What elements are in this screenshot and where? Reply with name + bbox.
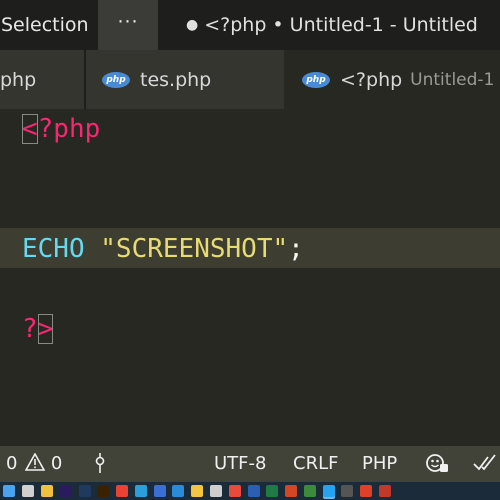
vscode-icon[interactable] — [322, 485, 335, 497]
git-branch-icon — [95, 453, 105, 473]
menu-selection[interactable]: Selection — [0, 0, 89, 50]
photoshop-icon[interactable] — [78, 485, 91, 497]
close-tag-bracket: > — [37, 314, 54, 344]
php-open-tag: ?php — [37, 114, 101, 144]
code-line-1[interactable]: <?php — [22, 109, 100, 149]
status-bar: 0 0 UTF-8 CRLF PHP — [0, 446, 500, 482]
open-tag-bracket: < — [22, 114, 38, 144]
tab-php[interactable]: php — [0, 50, 85, 109]
tab-tes-php[interactable]: php tes.php — [86, 50, 284, 109]
browser-icon[interactable] — [228, 485, 241, 497]
file-explorer-icon[interactable] — [40, 485, 53, 497]
tab-label: tes.php — [140, 68, 212, 91]
tab-untitled-1[interactable]: php <?php Untitled-1 — [284, 50, 500, 109]
app-x-icon[interactable] — [341, 485, 354, 497]
excel-icon[interactable] — [266, 485, 279, 497]
code-line-3[interactable]: ECHO "SCREENSHOT"; — [22, 229, 304, 269]
tab-description: Untitled-1 — [410, 69, 495, 90]
unsaved-dot-icon: ● — [186, 17, 199, 33]
errors-count: 0 — [6, 453, 18, 474]
encoding-selector[interactable]: UTF-8 — [214, 446, 266, 482]
language-mode-selector[interactable]: PHP — [362, 446, 397, 482]
word-icon[interactable] — [247, 485, 260, 497]
php-file-icon: php — [102, 71, 130, 88]
illustrator-icon[interactable] — [97, 485, 110, 497]
tab-label: php — [0, 68, 37, 91]
settings-icon[interactable] — [153, 485, 166, 497]
app-circle-icon[interactable] — [209, 485, 222, 497]
chrome-icon[interactable] — [116, 485, 129, 497]
double-check-icon — [473, 454, 496, 471]
search-icon[interactable] — [22, 485, 35, 497]
php-file-icon: php — [302, 71, 330, 88]
camera-icon[interactable] — [191, 485, 204, 497]
more-menu-button[interactable]: ··· — [98, 0, 158, 50]
semicolon: ; — [288, 234, 304, 264]
warning-icon — [24, 452, 46, 471]
window-title: ● <?php • Untitled-1 - Untitled — [186, 0, 478, 50]
app-l-icon[interactable] — [172, 485, 185, 497]
edge-icon[interactable] — [134, 485, 147, 497]
powerpoint-icon[interactable] — [285, 485, 298, 497]
premiere-icon[interactable] — [59, 485, 72, 497]
editor-tab-bar: php php tes.php php <?php Untitled-1 — [0, 50, 500, 109]
code-editor[interactable]: <?php ECHO "SCREENSHOT"; ?> — [0, 109, 500, 446]
tab-label: <?php — [340, 68, 403, 91]
php-close-tag-question: ? — [22, 314, 38, 344]
string-literal: "SCREENSHOT" — [100, 234, 289, 264]
window-title-text: <?php • Untitled-1 - Untitled — [204, 14, 478, 36]
app-g-icon[interactable] — [303, 485, 316, 497]
title-bar: Selection ··· ● <?php • Untitled-1 - Unti… — [0, 0, 500, 50]
warnings-count: 0 — [50, 453, 63, 474]
app-book-icon[interactable] — [379, 485, 392, 497]
notifications-button[interactable] — [473, 446, 499, 482]
windows-taskbar — [0, 482, 500, 500]
echo-keyword: ECHO — [22, 234, 85, 264]
code-line-5[interactable]: ?> — [22, 309, 54, 349]
problems-indicator[interactable]: 0 0 — [6, 446, 62, 482]
windows-start-icon[interactable] — [3, 485, 16, 497]
feedback-button[interactable] — [425, 446, 449, 482]
eol-selector[interactable]: CRLF — [293, 446, 338, 482]
app-red-icon[interactable] — [360, 485, 373, 497]
feedback-icon — [426, 454, 448, 472]
source-control-indicator[interactable] — [93, 446, 107, 482]
